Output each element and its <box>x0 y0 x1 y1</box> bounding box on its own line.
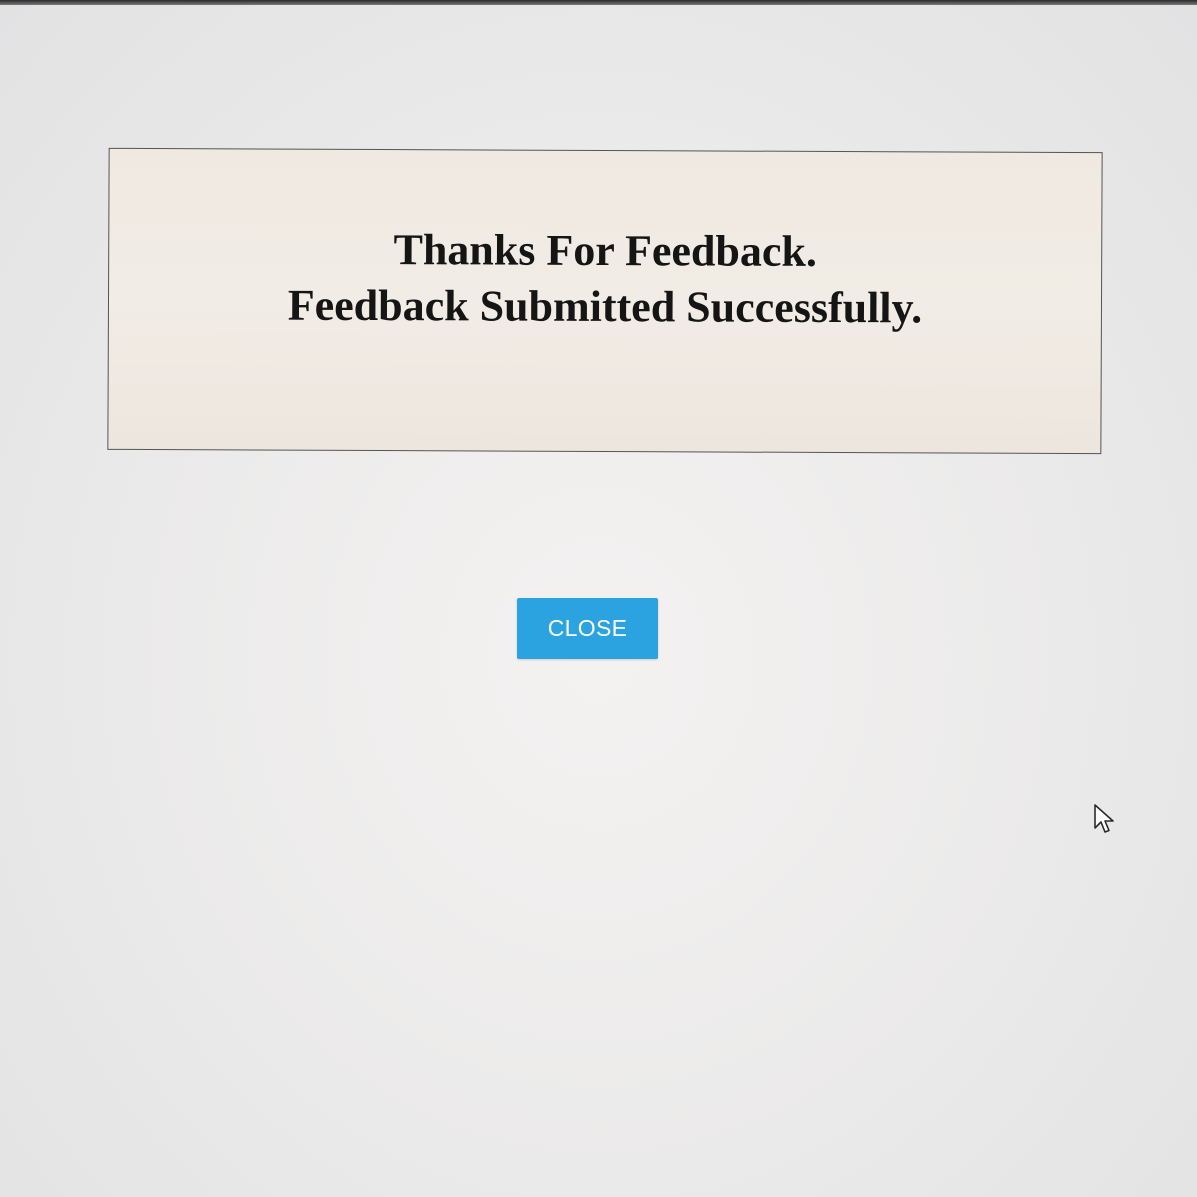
mouse-pointer-icon <box>1094 804 1114 833</box>
close-button[interactable]: CLOSE <box>517 598 658 659</box>
feedback-message-panel: Thanks For Feedback. Feedback Submitted … <box>107 147 1103 455</box>
message-line-thanks: Thanks For Feedback. <box>393 225 818 276</box>
message-line-submitted: Feedback Submitted Successfully. <box>287 280 923 333</box>
feedback-message: Thanks For Feedback. Feedback Submitted … <box>109 221 1101 337</box>
screen-top-edge <box>0 0 1197 5</box>
